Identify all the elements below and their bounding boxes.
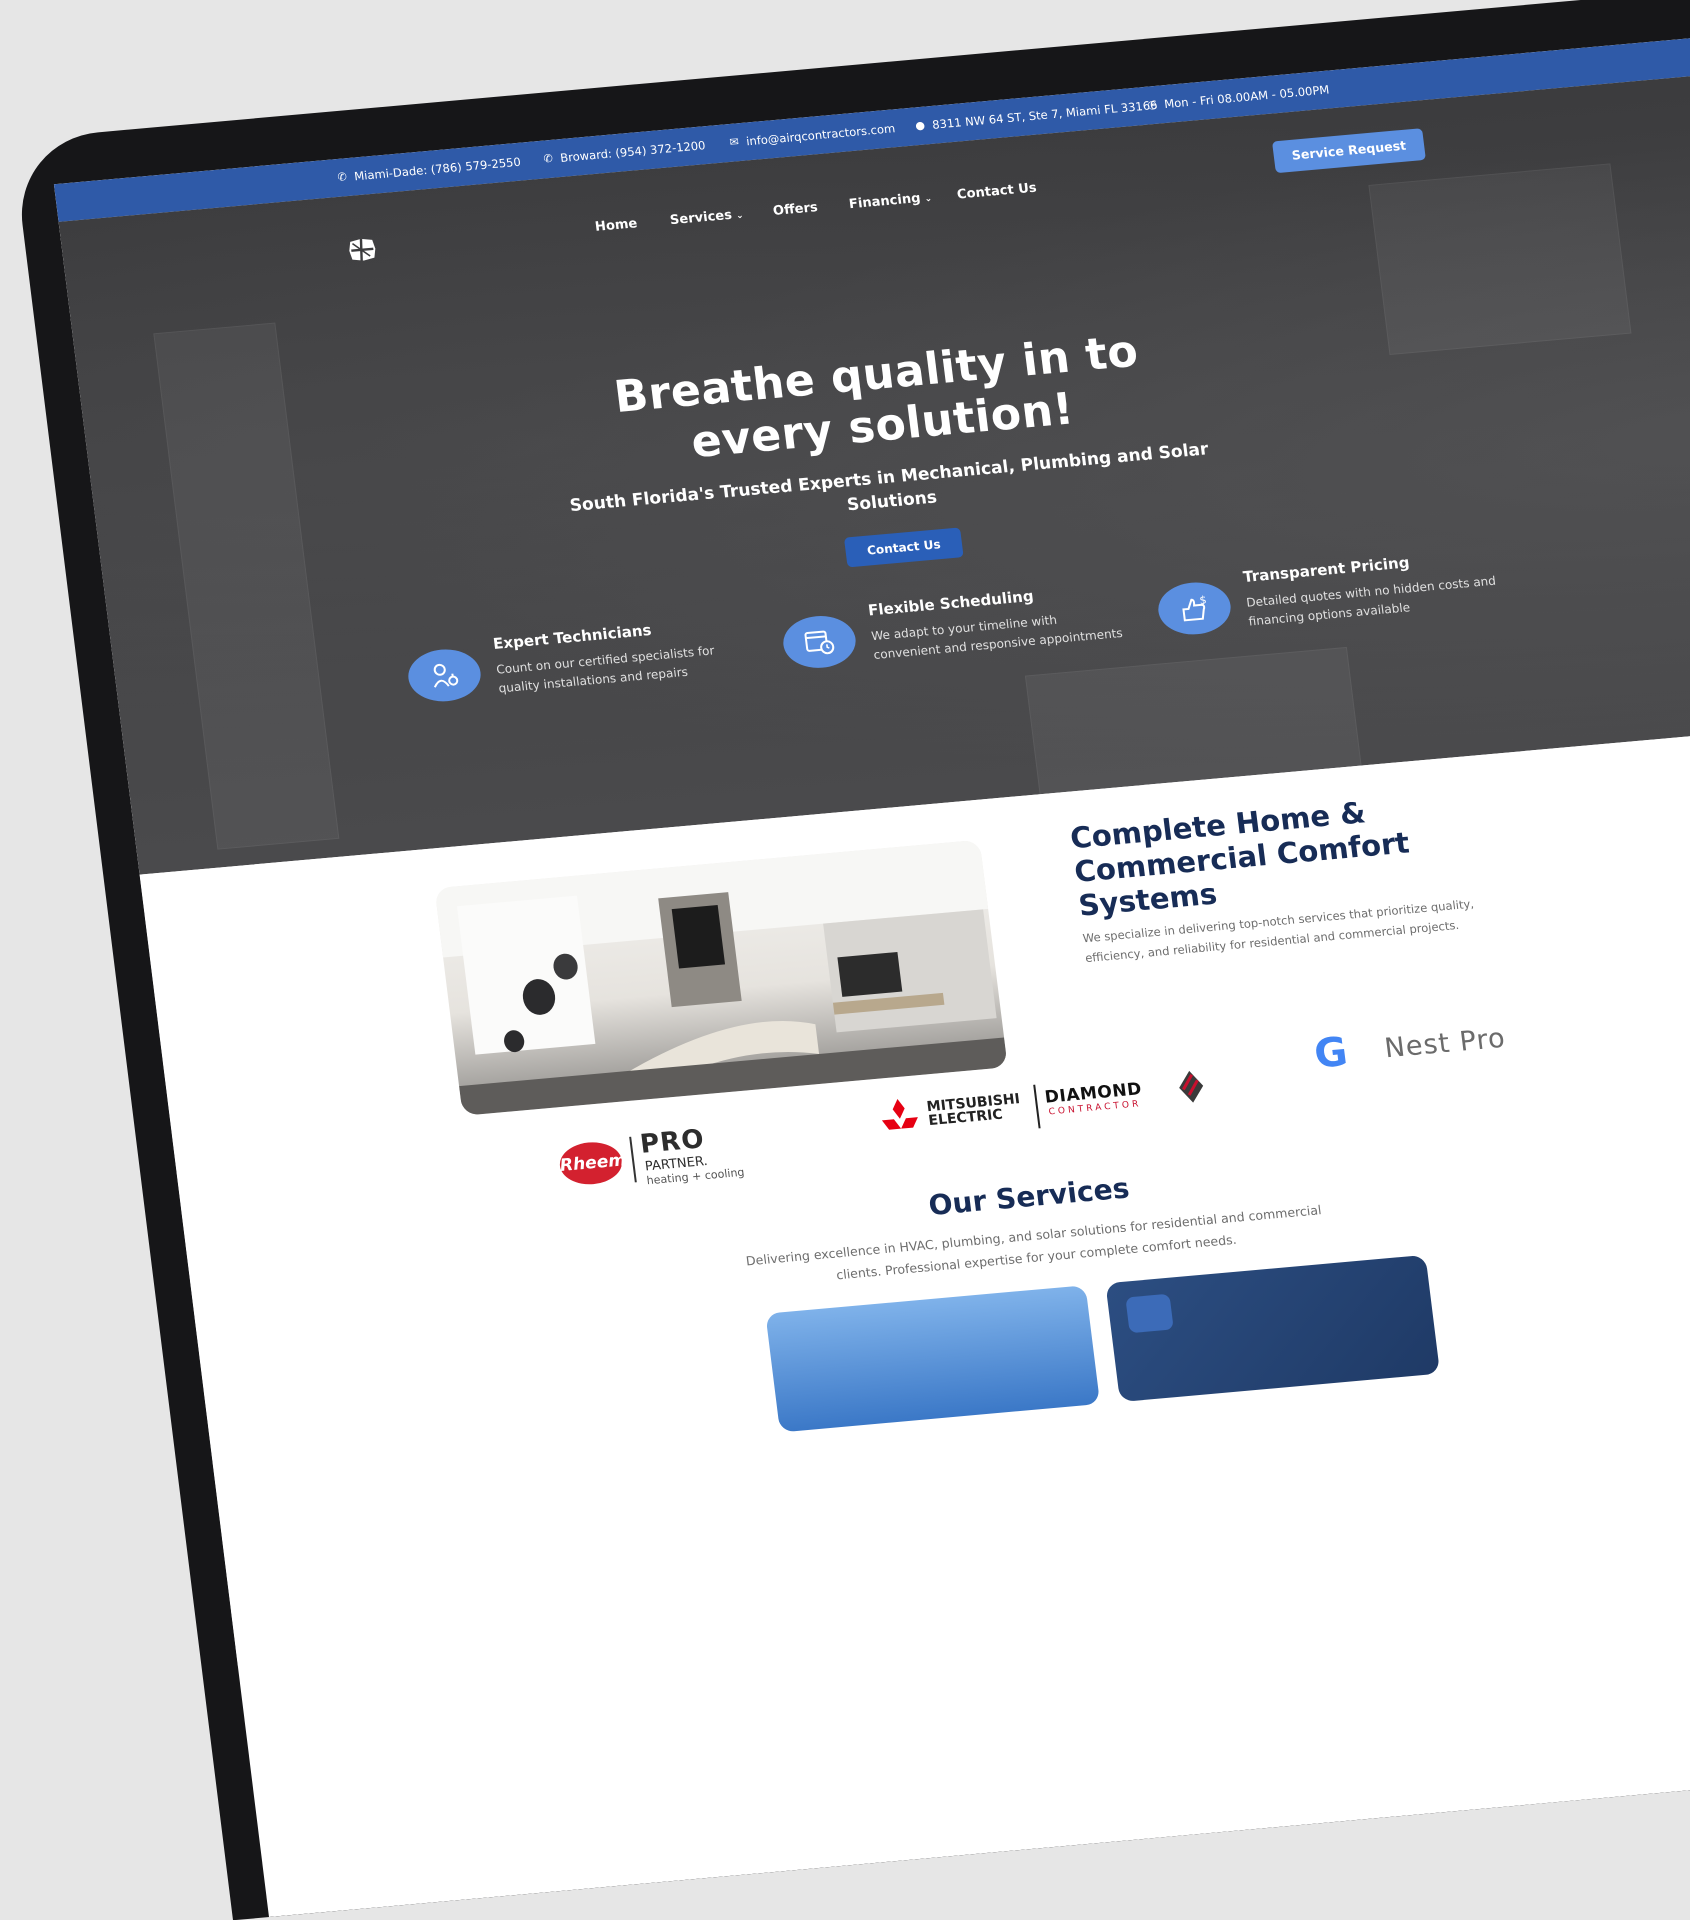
hours-text: Mon - Fri 08.00AM - 05.00PM bbox=[1163, 83, 1330, 112]
hero-section: Home Services⌄ Offers Financing⌄ Contact… bbox=[59, 29, 1690, 875]
service-card-hvac[interactable] bbox=[765, 1285, 1100, 1432]
chevron-down-icon: ⌄ bbox=[924, 194, 933, 205]
business-hours: ◷ Mon - Fri 08.00AM - 05.00PM bbox=[1145, 83, 1330, 113]
mail-icon: ✉ bbox=[727, 136, 740, 149]
nav-contact[interactable]: Contact Us bbox=[956, 181, 1037, 203]
logo-divider bbox=[629, 1137, 637, 1183]
phone-icon: ✆ bbox=[541, 153, 554, 166]
thumbs-up-dollar-icon: $ bbox=[1155, 580, 1233, 638]
nav-financing-label: Financing bbox=[848, 191, 921, 212]
miami-dade-phone[interactable]: ✆ Miami-Dade: (786) 579-2550 bbox=[335, 155, 521, 185]
mitsubishi-wordmark: MITSUBISHI ELECTRIC bbox=[926, 1092, 1022, 1128]
svg-text:$: $ bbox=[1199, 593, 1208, 606]
calendar-clock-icon bbox=[780, 613, 858, 671]
feature-expert-technicians: Expert Technicians Count on our certifie… bbox=[404, 613, 758, 752]
rheem-logo: Rheem bbox=[557, 1140, 624, 1187]
chevron-down-icon: ⌄ bbox=[735, 211, 744, 222]
rooftop-background bbox=[153, 323, 339, 850]
broward-phone[interactable]: ✆ Broward: (954) 372-1200 bbox=[541, 138, 706, 166]
company-logo-icon[interactable] bbox=[346, 238, 379, 262]
rooftop-background bbox=[1368, 163, 1631, 355]
phone-icon: ✆ bbox=[335, 171, 348, 184]
nest-pro-wordmark: Nest Pro bbox=[1383, 1023, 1508, 1064]
website-screen: ✆ Miami-Dade: (786) 579-2550 ✆ Broward: … bbox=[54, 0, 1690, 1917]
miami-dade-phone-text: Miami-Dade: (786) 579-2550 bbox=[353, 155, 521, 184]
diamond-stripes-icon bbox=[1173, 1066, 1208, 1108]
service-card-plumbing[interactable] bbox=[1105, 1255, 1440, 1402]
hero-contact-button[interactable]: Contact Us bbox=[844, 527, 964, 567]
logo-divider bbox=[1033, 1085, 1040, 1129]
nav-home[interactable]: Home bbox=[594, 216, 638, 235]
nav-services-label: Services bbox=[669, 208, 733, 228]
google-nest-pro-logo: G Nest Pro bbox=[1311, 1008, 1548, 1088]
technician-gear-icon bbox=[405, 646, 483, 704]
living-room-photo bbox=[435, 840, 1008, 1116]
tablet-device-frame: ✆ Miami-Dade: (786) 579-2550 ✆ Broward: … bbox=[12, 0, 1690, 1920]
rheem-pro-partner-logo: Rheem PRO PARTNER. heating + cooling bbox=[556, 1116, 803, 1197]
feature-transparent-pricing: $ Transparent Pricing Detailed quotes wi… bbox=[1154, 546, 1508, 685]
location-pin-icon: ● bbox=[913, 119, 926, 132]
nav-financing[interactable]: Financing⌄ bbox=[848, 190, 933, 212]
nav-services[interactable]: Services⌄ bbox=[669, 207, 744, 228]
clock-icon: ◷ bbox=[1145, 99, 1158, 112]
broward-phone-text: Broward: (954) 372-1200 bbox=[559, 138, 706, 165]
google-g-icon: G bbox=[1312, 1029, 1350, 1077]
service-request-button[interactable]: Service Request bbox=[1272, 128, 1426, 173]
email-text: info@airqcontractors.com bbox=[745, 121, 896, 148]
email-link[interactable]: ✉ info@airqcontractors.com bbox=[727, 121, 896, 150]
mitsubishi-diamonds-icon bbox=[875, 1097, 924, 1139]
nav-offers[interactable]: Offers bbox=[772, 200, 818, 219]
